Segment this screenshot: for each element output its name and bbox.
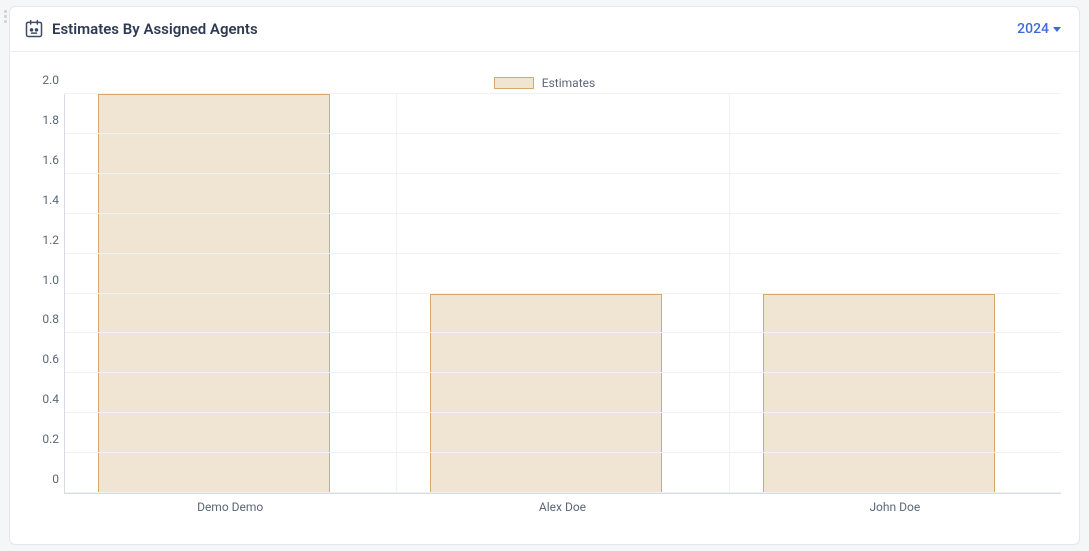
- grid-line: [65, 372, 1061, 373]
- x-tick-label: John Doe: [729, 494, 1061, 514]
- grid-line: [65, 173, 1061, 174]
- estimates-icon: [24, 19, 44, 39]
- grid-line: [65, 412, 1061, 413]
- grid-line: [65, 213, 1061, 214]
- x-tick-label: Demo Demo: [64, 494, 396, 514]
- year-value: 2024: [1017, 21, 1049, 37]
- y-tick-label: 1.8: [29, 113, 59, 127]
- chart-plot: 00.20.40.60.81.01.21.41.61.82.0: [64, 94, 1061, 494]
- year-dropdown[interactable]: 2024: [1017, 21, 1061, 37]
- grid-line: [65, 452, 1061, 453]
- y-tick-label: 0.6: [29, 352, 59, 366]
- y-tick-label: 0.2: [29, 432, 59, 446]
- bar[interactable]: [763, 294, 995, 494]
- y-tick-label: 1.0: [29, 273, 59, 287]
- bar[interactable]: [98, 94, 330, 493]
- estimates-card: Estimates By Assigned Agents 2024 Estima…: [9, 6, 1080, 545]
- chart-bars: [65, 94, 1061, 493]
- bar[interactable]: [430, 294, 662, 494]
- legend-label: Estimates: [542, 76, 595, 90]
- x-tick-label: Alex Doe: [396, 494, 728, 514]
- y-tick-label: 0.8: [29, 312, 59, 326]
- bar-slot: [730, 94, 1061, 493]
- card-title: Estimates By Assigned Agents: [52, 20, 258, 38]
- x-axis-labels: Demo DemoAlex DoeJohn Doe: [64, 494, 1061, 514]
- grid-line: [65, 293, 1061, 294]
- header-left: Estimates By Assigned Agents: [24, 19, 258, 39]
- bar-slot: [397, 94, 729, 493]
- y-tick-label: 0: [29, 472, 59, 486]
- y-tick-label: 0.4: [29, 392, 59, 406]
- chart-legend: Estimates: [28, 76, 1061, 90]
- y-tick-label: 1.2: [29, 233, 59, 247]
- grid-line: [65, 332, 1061, 333]
- y-tick-label: 2.0: [29, 73, 59, 87]
- chevron-down-icon: [1053, 27, 1061, 32]
- grid-line: [65, 253, 1061, 254]
- grid-line: [65, 133, 1061, 134]
- bar-slot: [65, 94, 397, 493]
- card-header: Estimates By Assigned Agents 2024: [10, 7, 1079, 52]
- legend-swatch: [494, 77, 534, 89]
- y-tick-label: 1.6: [29, 153, 59, 167]
- grid-line: [65, 492, 1061, 493]
- chart-area: Estimates 00.20.40.60.81.01.21.41.61.82.…: [10, 52, 1079, 544]
- y-tick-label: 1.4: [29, 193, 59, 207]
- grid-line: [65, 93, 1061, 94]
